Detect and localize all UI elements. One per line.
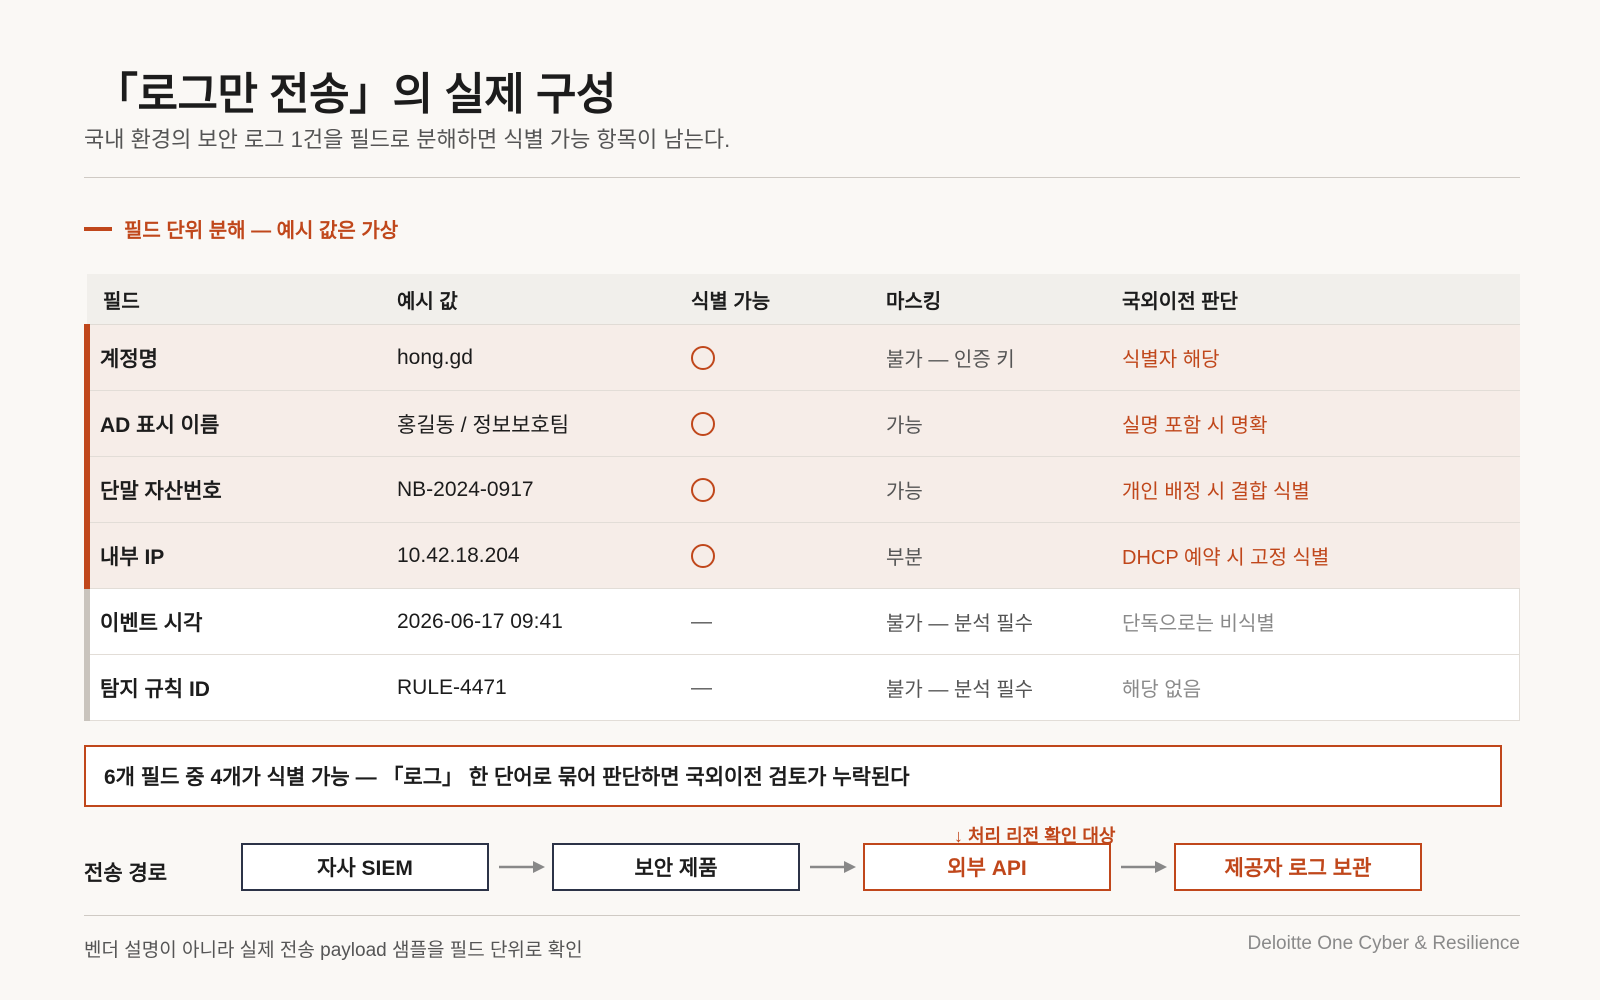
cell-example: 홍길동 / 정보보호팀: [381, 390, 675, 457]
route-node-external-api: 외부 API: [863, 843, 1111, 891]
arrow-right-icon: [1121, 861, 1167, 873]
cell-identifiable: —: [675, 654, 870, 721]
column-header-example: 예시 값: [381, 274, 675, 325]
circle-icon: [691, 477, 715, 502]
cell-field: 이벤트 시각: [84, 588, 381, 655]
cell-judgment: DHCP 예약 시 고정 식별: [1106, 522, 1520, 589]
cell-identifiable: [675, 522, 870, 589]
cell-judgment: 해당 없음: [1106, 654, 1520, 721]
arrow-right-icon: [499, 861, 545, 873]
cell-field: 계정명: [84, 324, 381, 391]
cell-masking: 불가 — 인증 키: [870, 324, 1106, 391]
column-header-identifiable: 식별 가능: [675, 274, 870, 325]
cell-judgment: 단독으로는 비식별: [1106, 588, 1520, 655]
divider-top: [84, 177, 1520, 178]
arrow-right-icon: [810, 861, 856, 873]
route-node-security-product: 보안 제품: [552, 843, 800, 891]
route-node-provider-log-storage: 제공자 로그 보관: [1174, 843, 1422, 891]
table-row: AD 표시 이름 홍길동 / 정보보호팀 가능 실명 포함 시 명확: [84, 390, 1520, 457]
table-row: 내부 IP 10.42.18.204 부분 DHCP 예약 시 고정 식별: [84, 522, 1520, 589]
cell-identifiable: [675, 456, 870, 523]
callout-text: 6개 필드 중 4개가 식별 가능 — 「로그」 한 단어로 묶어 판단하면 국…: [104, 766, 910, 789]
circle-icon: [691, 543, 715, 568]
cell-example: hong.gd: [381, 324, 675, 391]
route-label: 전송 경로: [84, 862, 168, 885]
cell-masking: 가능: [870, 390, 1106, 457]
cell-judgment: 식별자 해당: [1106, 324, 1520, 391]
cell-masking: 불가 — 분석 필수: [870, 654, 1106, 721]
table-header-row: 필드 예시 값 식별 가능 마스킹 국외이전 판단: [87, 274, 1520, 325]
page-subtitle: 국내 환경의 보안 로그 1건을 필드로 분해하면 식별 가능 항목이 남는다.: [84, 127, 731, 152]
page-title: 「로그만 전송」의 실제 구성: [94, 70, 616, 119]
callout-box: 6개 필드 중 4개가 식별 가능 — 「로그」 한 단어로 묶어 판단하면 국…: [84, 745, 1502, 807]
cell-masking: 불가 — 분석 필수: [870, 588, 1106, 655]
cell-field: 단말 자산번호: [84, 456, 381, 523]
cell-example: RULE-4471: [381, 654, 675, 721]
footer-brand: Deloitte One Cyber & Resilience: [1247, 933, 1520, 954]
circle-icon: [691, 345, 715, 370]
column-header-masking: 마스킹: [870, 274, 1106, 325]
cell-identifiable: [675, 324, 870, 391]
footer-note: 벤더 설명이 아니라 실제 전송 payload 샘플을 필드 단위로 확인: [84, 940, 583, 961]
section-heading: 필드 단위 분해 — 예시 값은 가상: [84, 214, 398, 243]
cell-field: AD 표시 이름: [84, 390, 381, 457]
table-row: 탐지 규칙 ID RULE-4471 — 불가 — 분석 필수 해당 없음: [84, 654, 1520, 721]
table-row: 단말 자산번호 NB-2024-0917 가능 개인 배정 시 결합 식별: [84, 456, 1520, 523]
section-label: 필드 단위 분해 — 예시 값은 가상: [124, 220, 399, 242]
cell-example: NB-2024-0917: [381, 456, 675, 523]
cell-field: 탐지 규칙 ID: [84, 654, 381, 721]
cell-judgment: 실명 포함 시 명확: [1106, 390, 1520, 457]
cell-example: 2026-06-17 09:41: [381, 588, 675, 655]
cell-masking: 부분: [870, 522, 1106, 589]
route-node-siem: 자사 SIEM: [241, 843, 489, 891]
circle-icon: [691, 411, 715, 436]
cell-identifiable: [675, 390, 870, 457]
cell-identifiable: —: [675, 588, 870, 655]
divider-bottom: [84, 915, 1520, 916]
cell-judgment: 개인 배정 시 결합 식별: [1106, 456, 1520, 523]
field-table: 필드 예시 값 식별 가능 마스킹 국외이전 판단 계정명 hong.gd 불가…: [84, 274, 1520, 721]
column-header-judgment: 국외이전 판단: [1106, 274, 1520, 325]
section-bar-icon: [84, 226, 112, 231]
table-row: 계정명 hong.gd 불가 — 인증 키 식별자 해당: [84, 324, 1520, 391]
cell-field: 내부 IP: [84, 522, 381, 589]
cell-masking: 가능: [870, 456, 1106, 523]
column-header-field: 필드: [87, 274, 381, 325]
cell-example: 10.42.18.204: [381, 522, 675, 589]
table-row: 이벤트 시각 2026-06-17 09:41 — 불가 — 분석 필수 단독으…: [84, 588, 1520, 655]
